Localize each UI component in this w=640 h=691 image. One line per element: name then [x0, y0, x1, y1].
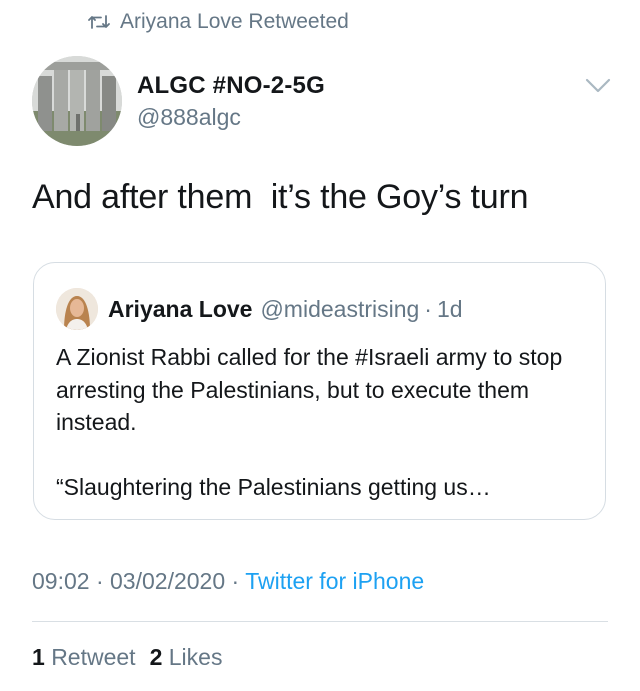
- tweet-time: 09:02: [32, 568, 90, 594]
- likes-label: Likes: [168, 644, 223, 670]
- quoted-author-name[interactable]: Ariyana Love: [108, 296, 252, 323]
- quoted-tweet-paragraph: “Slaughtering the Palestinians getting u…: [56, 474, 491, 500]
- separator-dot: ·: [424, 295, 432, 322]
- retweet-icon: [88, 14, 110, 30]
- quoted-tweet-paragraph: A Zionist Rabbi called for the #Israeli …: [56, 344, 563, 435]
- likes-stat[interactable]: 2 Likes: [150, 644, 223, 670]
- quoted-tweet-age: 1d: [436, 295, 463, 322]
- divider: [32, 621, 608, 622]
- tweet-text: And after them it’s the Goy’s turn: [32, 178, 529, 216]
- retweet-banner: Ariyana Love Retweeted: [88, 8, 349, 36]
- retweet-banner-text[interactable]: Ariyana Love Retweeted: [120, 10, 349, 34]
- chevron-down-icon[interactable]: [584, 76, 612, 96]
- tweet-date: 03/02/2020: [110, 568, 226, 594]
- separator-dot: ·: [231, 568, 240, 594]
- quoted-author-handle[interactable]: @mideastrising: [260, 296, 419, 323]
- likes-count: 2: [149, 644, 163, 670]
- author-handle[interactable]: @888algc: [137, 104, 241, 131]
- retweets-count: 1: [32, 644, 45, 670]
- engagement-stats: 1 Retweet 2 Likes: [32, 644, 222, 671]
- author-avatar[interactable]: [32, 56, 122, 146]
- tweet-source-link[interactable]: Twitter for iPhone: [245, 568, 424, 594]
- separator-dot: ·: [95, 568, 104, 594]
- author-name[interactable]: ALGC #NO-2-5G: [137, 72, 325, 100]
- tweet-metadata: 09:02 · 03/02/2020 · Twitter for iPhone: [32, 568, 424, 595]
- retweets-stat[interactable]: 1 Retweet: [32, 644, 136, 670]
- quoted-tweet-header: Ariyana Love @mideastrising · 1d: [56, 288, 463, 330]
- quoted-tweet-card[interactable]: Ariyana Love @mideastrising · 1d A Zioni…: [33, 262, 606, 520]
- retweets-label: Retweet: [51, 644, 136, 670]
- quoted-tweet-body: A Zionist Rabbi called for the #Israeli …: [56, 341, 586, 504]
- quoted-author-avatar[interactable]: [56, 288, 98, 330]
